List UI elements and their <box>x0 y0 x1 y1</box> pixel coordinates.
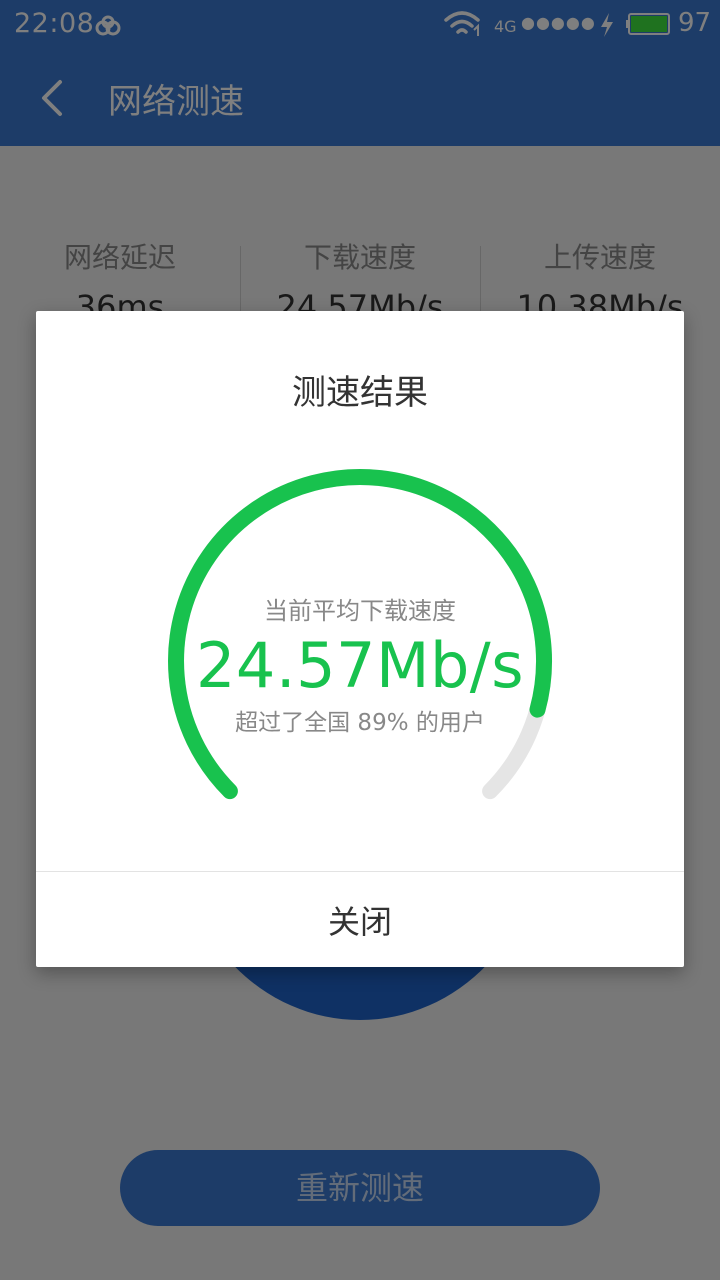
close-button[interactable]: 关闭 <box>36 872 684 967</box>
result-dialog: 测速结果 当前平均下载速度 24.57Mb/s 超过了全国 89% 的用户 关闭 <box>36 311 684 967</box>
percentile-note: 超过了全国 89% 的用户 <box>235 710 485 736</box>
download-speed-result: 24.57Mb/s <box>195 629 525 702</box>
dialog-title: 测速结果 <box>292 373 428 413</box>
gauge-caption: 当前平均下载速度 <box>264 597 456 625</box>
